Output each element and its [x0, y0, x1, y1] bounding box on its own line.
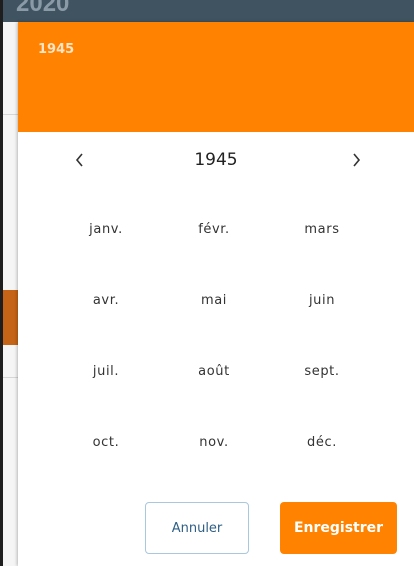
window-edge [0, 0, 3, 566]
month-february[interactable]: févr. [160, 194, 268, 265]
month-may[interactable]: mai [160, 265, 268, 336]
month-august[interactable]: août [160, 336, 268, 407]
selected-year[interactable]: 1945 [38, 42, 74, 57]
month-picker-dialog: 1945 1945 janv. févr. mars avr. mai juin… [18, 22, 414, 566]
year-navigation: 1945 [18, 144, 414, 176]
dialog-header: 1945 [18, 22, 414, 132]
month-january[interactable]: janv. [52, 194, 160, 265]
month-march[interactable]: mars [268, 194, 376, 265]
cancel-button[interactable]: Annuler [145, 502, 249, 554]
chevron-left-icon [75, 153, 83, 167]
month-december[interactable]: déc. [268, 407, 376, 478]
month-november[interactable]: nov. [160, 407, 268, 478]
month-june[interactable]: juin [268, 265, 376, 336]
chevron-right-icon [353, 153, 361, 167]
month-october[interactable]: oct. [52, 407, 160, 478]
next-year-button[interactable] [340, 144, 372, 176]
current-year: 1945 [194, 150, 238, 170]
month-september[interactable]: sept. [268, 336, 376, 407]
month-grid: janv. févr. mars avr. mai juin juil. aoû… [52, 194, 376, 478]
save-button[interactable]: Enregistrer [280, 502, 397, 554]
screen: 2020 1945 1945 janv. févr. mars avr. mai… [0, 0, 414, 566]
background-top-bar: 2020 [0, 0, 414, 22]
month-july[interactable]: juil. [52, 336, 160, 407]
month-april[interactable]: avr. [52, 265, 160, 336]
previous-year-button[interactable] [64, 144, 96, 176]
background-year: 2020 [16, 0, 70, 17]
